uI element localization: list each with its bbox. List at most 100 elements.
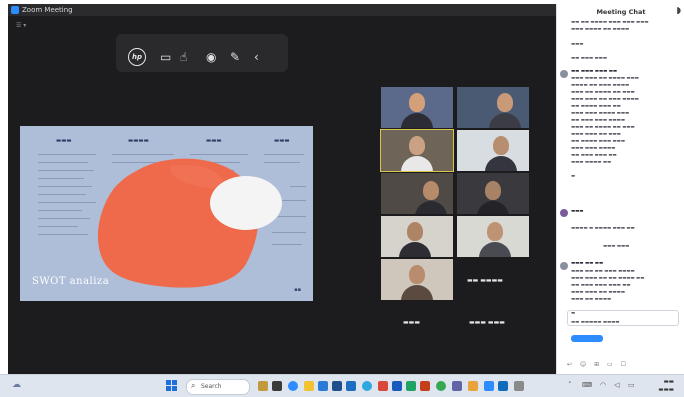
chat-message: ▬▬ ▬▬ ▬▬▬▬ ▬▬▬ ▬▬▬ ▬▬▬ [571, 20, 649, 25]
chat-file-chip[interactable] [571, 335, 603, 342]
stop-share-icon[interactable]: ▭ [160, 51, 171, 63]
chat-sender: ▬▬▬ ▬▬ ▬▬ [571, 261, 604, 266]
close-chat-icon[interactable]: ◗ [676, 6, 681, 16]
search-icon: ⌕ [191, 381, 196, 390]
chat-message: ▬▬▬ ▬▬▬ ▬▬▬▬ [571, 146, 616, 151]
chat-message: ▬▬▬ ▬▬ ▬▬▬▬ [571, 297, 612, 302]
participant-face [409, 93, 425, 112]
view-options-icon[interactable]: ☰ ▾ [16, 22, 26, 29]
taskbar-app-icon[interactable] [258, 381, 268, 391]
taskbar-clock[interactable]: ▬▬ ▬▬▬ [658, 378, 674, 394]
participant-face [485, 181, 501, 200]
chat-message: ▬▬ ▬▬▬ ▬▬▬ [571, 56, 607, 61]
taskbar-app-icon[interactable] [406, 381, 416, 391]
participant-video[interactable] [457, 173, 529, 214]
chat-message: ▬▬ ▬▬▬ ▬▬▬ ▬▬▬ ▬▬ [571, 283, 631, 288]
slide-title: SWOT analiza [32, 276, 110, 287]
shared-slide: ▬▬▬ ▬▬▬▬ ▬▬▬ ▬▬▬ SWOT analiza ▪▪ [20, 126, 313, 301]
weather-icon: ☁ [12, 380, 21, 390]
participant-video[interactable] [381, 87, 453, 128]
taskbar-app-icon[interactable] [468, 381, 478, 391]
participant-video[interactable] [381, 216, 453, 257]
participant-face [409, 136, 425, 155]
chevron-up-icon[interactable]: ˄ [568, 381, 572, 389]
search-label: Search [201, 383, 222, 390]
chat-message: ▬▬▬ ▬▬▬▬ ▬▬ [571, 160, 612, 165]
chat-panel: Meeting Chat ◗ ▬▬ ▬▬ ▬▬▬▬ ▬▬▬ ▬▬▬ ▬▬▬ ▬▬… [556, 4, 684, 378]
slide-nav-icon: ▪▪ [294, 287, 301, 293]
taskbar-app-icon[interactable] [420, 381, 430, 391]
weather-widget[interactable]: ☁ [12, 379, 38, 393]
chat-toolbar[interactable]: ↩ ☺ ⊞ ▭ ☐ [567, 361, 679, 368]
participant-video[interactable] [381, 173, 453, 214]
chat-message: ▬▬ ▬▬▬▬ ▬▬▬ ▬▬▬ [571, 139, 625, 144]
chat-message: ▬▬ ▬▬▬ ▬▬▬ ▬▬ [571, 153, 617, 158]
wifi-icon[interactable]: ◠ [600, 381, 606, 389]
participant-video[interactable] [457, 87, 529, 128]
chat-sender: ▬▬ ▬▬▬ ▬▬▬ ▬▬ [571, 69, 618, 74]
participant-face [497, 93, 513, 112]
spotlight-icon[interactable]: ◉ [206, 51, 216, 63]
participant-video[interactable] [457, 130, 529, 171]
window-title: Zoom Meeting [22, 6, 73, 14]
taskbar-app-icon[interactable] [436, 381, 446, 391]
participant-video[interactable] [381, 259, 453, 300]
participant-name-tile[interactable]: ▬▬▬ [403, 319, 420, 326]
participant-avatar [560, 70, 568, 78]
taskbar-app-icon[interactable] [362, 381, 372, 391]
taskbar-app-icon[interactable] [346, 381, 356, 391]
pointer-icon[interactable]: ☝ [180, 51, 187, 63]
participant-avatar [560, 262, 568, 270]
chat-message: ▬▬▬ ▬▬▬▬ ▬▬ ▬▬▬▬ [571, 27, 630, 32]
participant-face [487, 222, 503, 241]
chat-message: ▬▬ ▬▬▬ ▬▬▬ ▬▬▬▬ [571, 118, 625, 123]
annotate-icon[interactable]: ✎ [230, 51, 240, 63]
chat-message: ▬▬▬ ▬▬▬ ▬▬ ▬▬▬ ▬▬▬▬ [571, 97, 639, 102]
chat-message: ▬▬▬▬ ▬▬ ▬▬▬ ▬▬▬▬ [571, 83, 630, 88]
chat-message: ▬▬▬ ▬▬▬ [603, 244, 630, 249]
chat-message: ▬▬▬ ▬▬▬ ▬▬▬▬ ▬▬▬ [571, 111, 630, 116]
chat-title: Meeting Chat [596, 8, 646, 16]
chat-message: ▬▬▬ ▬▬▬ ▬▬ ▬▬▬▬ [571, 290, 625, 295]
participant-face [407, 222, 423, 241]
taskbar-app-icon[interactable] [304, 381, 314, 391]
chat-sender: ▬▬▬ [571, 209, 584, 214]
more-icon[interactable]: ‹ [254, 51, 259, 63]
participant-video-active[interactable] [380, 129, 454, 172]
chat-input[interactable] [567, 310, 679, 326]
taskbar-app-icon[interactable] [452, 381, 462, 391]
chat-message: ▬▬ ▬▬▬▬ ▬▬▬ ▬▬ [571, 104, 621, 109]
chat-message: ▬▬▬▬ ▬ ▬▬▬▬ ▬▬▬ ▬▬ [571, 226, 635, 231]
hp-logo-icon: hp [128, 48, 146, 66]
start-button[interactable] [166, 380, 177, 391]
taskbar-app-icon[interactable] [332, 381, 342, 391]
participant-video[interactable] [457, 216, 529, 257]
taskbar-app-icon[interactable] [498, 381, 508, 391]
participant-face [423, 181, 439, 200]
chat-message: ▬▬▬ ▬▬ ▬▬▬▬ ▬▬ ▬▬▬ [571, 90, 635, 95]
taskbar-app-icon[interactable] [318, 381, 328, 391]
slide-overlay-bubble [210, 176, 282, 230]
participant-name-tile[interactable]: ▬▬▬ ▬▬▬ [469, 319, 505, 326]
taskbar-search[interactable]: ⌕ Search [186, 379, 250, 395]
chat-message: ▬▬▬ ▬▬▬ ▬▬ ▬▬ ▬▬▬▬ ▬▬ [571, 276, 645, 281]
taskbar-app-icon[interactable] [484, 381, 494, 391]
language-icon[interactable]: ⌨ [582, 381, 592, 389]
taskbar-app-icon[interactable] [288, 381, 298, 391]
window-titlebar: Zoom Meeting [8, 4, 556, 16]
taskbar-app-icon[interactable] [392, 381, 402, 391]
battery-icon[interactable]: ▭ [628, 381, 635, 389]
participant-name-tile[interactable]: ▬▬ ▬▬▬▬ [467, 277, 503, 284]
chat-message: ▬▬▬ ▬▬ ▬▬ ▬▬▬ ▬▬▬▬ [571, 269, 635, 274]
zoom-app-icon [11, 6, 19, 14]
chat-message: ▬▬▬ ▬▬ ▬▬▬▬ ▬▬ ▬▬▬ [571, 125, 635, 130]
chat-reaction[interactable]: ▬ [571, 174, 679, 181]
participant-face [493, 136, 509, 155]
taskbar-app-icon[interactable] [272, 381, 282, 391]
participant-avatar [560, 209, 568, 217]
windows-taskbar: ☁ ⌕ Search ˄ ⌨ ◠ ◁ ▭ ▬▬ ▬▬▬ [0, 374, 684, 397]
taskbar-app-icon[interactable] [514, 381, 524, 391]
taskbar-app-icon[interactable] [378, 381, 388, 391]
participant-face [409, 265, 425, 284]
volume-icon[interactable]: ◁ [614, 381, 619, 389]
